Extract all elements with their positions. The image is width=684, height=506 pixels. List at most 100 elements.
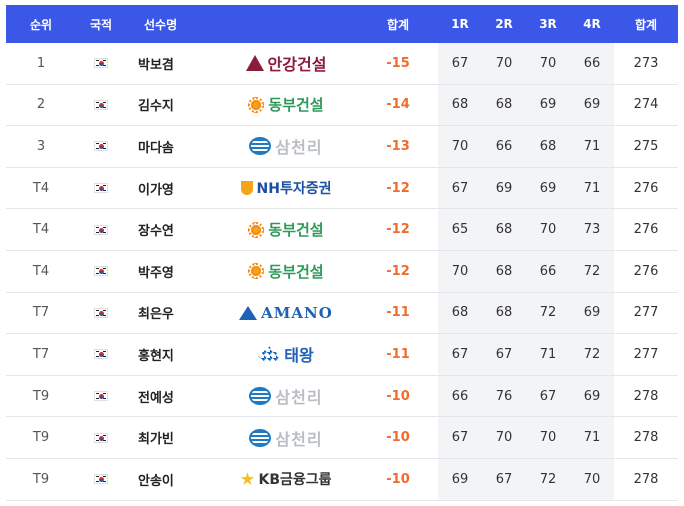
round-4-score: 69 <box>583 388 601 404</box>
round-1-score: 70 <box>451 263 469 279</box>
total-strokes-cell: 277 <box>633 346 659 362</box>
sponsor-logo: 안강건설 <box>214 43 358 84</box>
round-4-score: 66 <box>583 55 601 71</box>
sponsor-name: AMANO <box>261 303 333 322</box>
table-row[interactable]: T4 박주영 동부건설 -12 70 68 66 72 276 <box>6 251 678 293</box>
round-2-score: 68 <box>495 222 513 238</box>
korea-flag-icon <box>94 183 108 194</box>
rank-cell: T9 <box>32 430 50 446</box>
korea-flag-icon <box>94 266 108 277</box>
round-1-score: 67 <box>451 430 469 446</box>
nationality-cell <box>76 43 126 84</box>
player-name[interactable]: 최은우 <box>126 293 214 334</box>
samchully-mark-icon <box>249 428 272 447</box>
round-3-score: 69 <box>539 180 557 196</box>
round-4-score: 72 <box>583 263 601 279</box>
table-row[interactable]: T4 장수연 동부건설 -12 65 68 70 73 276 <box>6 209 678 251</box>
round-4-score: 71 <box>583 138 601 154</box>
sponsor-logo: 삼천리 <box>214 126 358 167</box>
table-row[interactable]: T9 안송이 KB금융그룹 -10 69 67 72 70 278 <box>6 459 678 501</box>
header-round-4[interactable]: 4R <box>570 5 614 43</box>
table-row[interactable]: 3 마다솜 삼천리 -13 70 66 68 71 275 <box>6 126 678 168</box>
player-name[interactable]: 마다솜 <box>126 126 214 167</box>
sponsor-logo: 동부건설 <box>214 85 358 126</box>
rank-cell: 2 <box>36 97 46 113</box>
player-name[interactable]: 이가영 <box>126 168 214 209</box>
ahngang-logo-icon: 안강건설 <box>245 51 326 75</box>
player-name[interactable]: 김수지 <box>126 85 214 126</box>
header-round-1[interactable]: 1R <box>438 5 482 43</box>
round-4-score: 73 <box>583 222 601 238</box>
round-4-score: 72 <box>583 346 601 362</box>
round-1-score: 70 <box>451 138 469 154</box>
sponsor-name: 태왕 <box>284 346 314 366</box>
player-name[interactable]: 안송이 <box>126 459 214 500</box>
dongbu-logo-icon: 동부건설 <box>248 219 324 240</box>
nationality-cell <box>76 293 126 334</box>
rank-cell: T4 <box>32 180 50 196</box>
to-par-cell: -10 <box>386 430 410 446</box>
to-par-cell: -10 <box>386 388 410 404</box>
header-player[interactable]: 선수명 <box>126 5 214 43</box>
total-strokes-cell: 276 <box>633 180 659 196</box>
nationality-cell <box>76 251 126 292</box>
dongbu-mark-icon <box>248 263 265 280</box>
round-2-score: 67 <box>495 346 513 362</box>
total-strokes-cell: 275 <box>633 138 659 154</box>
table-row[interactable]: T9 최가빈 삼천리 -10 67 70 70 71 278 <box>6 417 678 459</box>
header-rank[interactable]: 순위 <box>6 5 76 43</box>
round-4-score: 69 <box>583 97 601 113</box>
round-3-score: 68 <box>539 138 557 154</box>
nh-logo-icon: NH투자증권 <box>240 178 331 198</box>
total-strokes-cell: 273 <box>633 55 659 71</box>
to-par-cell: -10 <box>386 471 410 487</box>
header-round-2[interactable]: 2R <box>482 5 526 43</box>
round-3-score: 69 <box>539 97 557 113</box>
player-name[interactable]: 박보겸 <box>126 43 214 84</box>
round-2-score: 68 <box>495 263 513 279</box>
round-1-score: 68 <box>451 97 469 113</box>
round-3-score: 72 <box>539 305 557 321</box>
to-par-cell: -12 <box>386 263 410 279</box>
samchully-mark-icon <box>249 387 272 406</box>
rank-cell: T9 <box>32 388 50 404</box>
header-round-3[interactable]: 3R <box>526 5 570 43</box>
korea-flag-icon <box>94 474 108 485</box>
sponsor-name: 동부건설 <box>268 221 324 240</box>
header-nationality[interactable]: 국적 <box>76 5 126 43</box>
table-row[interactable]: 1 박보겸 안강건설 -15 67 70 70 66 273 <box>6 43 678 85</box>
player-name[interactable]: 박주영 <box>126 251 214 292</box>
table-body: 1 박보겸 안강건설 -15 67 70 70 66 273 2 김수지 동부건… <box>6 43 678 501</box>
player-name[interactable]: 홍현지 <box>126 334 214 375</box>
table-row[interactable]: T4 이가영 NH투자증권 -12 67 69 69 71 276 <box>6 168 678 210</box>
header-to-par[interactable]: 합계 <box>358 5 438 43</box>
taeyang-mark-icon <box>258 346 281 363</box>
korea-flag-icon <box>94 349 108 360</box>
dongbu-logo-icon: 동부건설 <box>248 94 324 115</box>
table-row[interactable]: T9 전예성 삼천리 -10 66 76 67 69 278 <box>6 376 678 418</box>
player-name[interactable]: 최가빈 <box>126 417 214 458</box>
leaderboard-table: 순위 국적 선수명 합계 1R 2R 3R 4R 합계 1 박보겸 안강건설 -… <box>6 5 678 501</box>
rank-cell: T7 <box>32 305 50 321</box>
nationality-cell <box>76 209 126 250</box>
total-strokes-cell: 278 <box>633 430 659 446</box>
samchully-mark-icon <box>249 137 272 156</box>
table-row[interactable]: T7 홍현지 태왕 -11 67 67 71 72 277 <box>6 334 678 376</box>
table-row[interactable]: 2 김수지 동부건설 -14 68 68 69 69 274 <box>6 85 678 127</box>
rank-cell: 1 <box>36 55 46 71</box>
nationality-cell <box>76 334 126 375</box>
nationality-cell <box>76 376 126 417</box>
to-par-cell: -15 <box>386 55 410 71</box>
player-name[interactable]: 장수연 <box>126 209 214 250</box>
round-2-score: 69 <box>495 180 513 196</box>
kb-logo-icon: KB금융그룹 <box>240 469 332 489</box>
table-row[interactable]: T7 최은우 AMANO -11 68 68 72 69 277 <box>6 293 678 335</box>
header-total-strokes[interactable]: 합계 <box>614 5 678 43</box>
samchully-logo-icon: 삼천리 <box>249 426 322 450</box>
round-1-score: 67 <box>451 55 469 71</box>
round-3-score: 72 <box>539 471 557 487</box>
round-1-score: 67 <box>451 180 469 196</box>
player-name[interactable]: 전예성 <box>126 376 214 417</box>
round-3-score: 71 <box>539 346 557 362</box>
rank-cell: T4 <box>32 222 50 238</box>
